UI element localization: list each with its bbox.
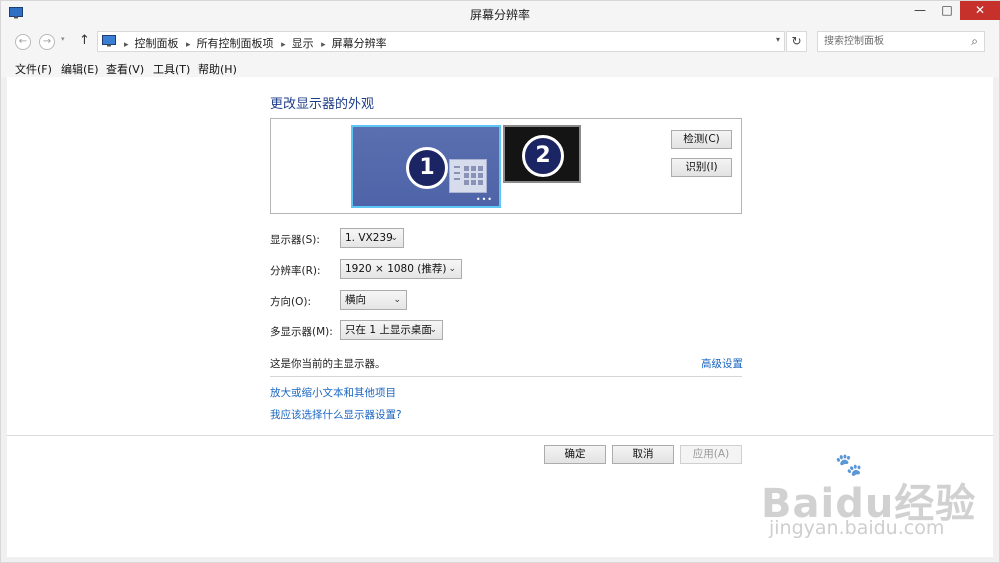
display-settings-icon [449, 159, 487, 193]
advanced-settings-link[interactable]: 高级设置 [701, 356, 743, 371]
breadcrumb-separator-icon[interactable]: ▸ [281, 40, 286, 50]
menu-edit[interactable]: 编辑(E) [61, 61, 99, 77]
address-dropdown-icon[interactable]: ▾ [776, 35, 780, 44]
which-settings-link[interactable]: 我应该选择什么显示器设置? [270, 407, 402, 422]
multiple-displays-label: 多显示器(M): [270, 326, 333, 338]
resolution-select[interactable]: 1920 × 1080 (推荐) ⌄ [340, 259, 462, 279]
breadcrumb-all-items[interactable]: 所有控制面板项 [197, 37, 274, 50]
navigation-bar: ← → ▾ ↑ ▸ 控制面板 ▸ 所有控制面板项 ▸ 显示 ▸ 屏幕分辨率 ▾ ↻ ⌕ [1, 27, 999, 57]
screen-resolution-window: 屏幕分辨率 — □ ✕ ← → ▾ ↑ ▸ 控制面板 ▸ 所有控制面板项 ▸ 显示 ▸… [0, 0, 1000, 563]
window-title: 屏幕分辨率 [469, 8, 530, 22]
apply-button[interactable]: 应用(A) [680, 445, 742, 464]
multiple-displays-select-value: 只在 1 上显示桌面 [345, 324, 432, 336]
identify-button[interactable]: 识别(I) [671, 158, 732, 177]
close-button[interactable]: ✕ [960, 1, 1000, 20]
chevron-down-icon: ⌄ [390, 233, 398, 243]
monitor-1-tile[interactable]: 1 ••• [351, 125, 501, 208]
address-bar[interactable]: ▸ 控制面板 ▸ 所有控制面板项 ▸ 显示 ▸ 屏幕分辨率 ▾ [97, 31, 785, 52]
ok-button[interactable]: 确定 [544, 445, 606, 464]
monitor-number-badge: 1 [406, 147, 448, 189]
minimize-button[interactable]: — [906, 1, 934, 21]
breadcrumb-display[interactable]: 显示 [292, 37, 314, 50]
multiple-displays-select[interactable]: 只在 1 上显示桌面 ⌄ [340, 320, 443, 340]
orientation-select[interactable]: 横向 ⌄ [340, 290, 407, 310]
display-label: 显示器(S): [270, 234, 320, 246]
orientation-select-value: 横向 [345, 294, 366, 306]
primary-display-status: 这是你当前的主显示器。 [270, 358, 386, 370]
breadcrumb-screen-resolution[interactable]: 屏幕分辨率 [332, 37, 387, 50]
monitor-number-badge: 2 [522, 135, 564, 177]
display-select[interactable]: 1. VX239 ⌄ [340, 228, 404, 248]
breadcrumb-control-panel[interactable]: 控制面板 [135, 37, 179, 50]
resolution-label: 分辨率(R): [270, 265, 321, 277]
refresh-button[interactable]: ↻ [786, 31, 807, 52]
menu-tools[interactable]: 工具(T) [153, 61, 190, 77]
text-size-link[interactable]: 放大或缩小文本和其他项目 [270, 385, 396, 400]
cancel-button[interactable]: 取消 [612, 445, 674, 464]
chevron-down-icon: ⌄ [429, 325, 437, 335]
menu-view[interactable]: 查看(V) [106, 61, 144, 77]
watermark-url: jingyan.baidu.com [769, 517, 945, 539]
maximize-button[interactable]: □ [934, 1, 960, 21]
search-icon[interactable]: ⌕ [971, 34, 978, 49]
monitor-2-tile[interactable]: 2 [503, 125, 581, 183]
chevron-down-icon: ⌄ [393, 295, 401, 305]
back-button[interactable]: ← [15, 34, 31, 50]
chevron-down-icon: ⌄ [448, 264, 456, 274]
recent-locations-dropdown[interactable]: ▾ [61, 35, 65, 43]
monitor-preview: 1 ••• 2 检测(C) 识别(I) [270, 118, 742, 214]
page-title: 更改显示器的外观 [270, 97, 375, 112]
menu-file[interactable]: 文件(F) [15, 61, 52, 77]
taskbar-dots-icon: ••• [475, 195, 493, 204]
up-button[interactable]: ↑ [79, 33, 90, 48]
forward-button[interactable]: → [39, 34, 55, 50]
search-input[interactable] [818, 32, 964, 51]
breadcrumb: ▸ 控制面板 ▸ 所有控制面板项 ▸ 显示 ▸ 屏幕分辨率 [120, 35, 387, 51]
footer-divider [7, 435, 993, 436]
detect-button[interactable]: 检测(C) [671, 130, 732, 149]
orientation-label: 方向(O): [270, 296, 311, 308]
breadcrumb-separator-icon[interactable]: ▸ [321, 40, 326, 50]
control-panel-icon [102, 35, 116, 47]
resolution-select-value: 1920 × 1080 (推荐) [345, 263, 447, 275]
breadcrumb-separator-icon[interactable]: ▸ [124, 40, 129, 50]
breadcrumb-separator-icon[interactable]: ▸ [186, 40, 191, 50]
menu-bar: 文件(F) 编辑(E) 查看(V) 工具(T) 帮助(H) [1, 57, 999, 77]
title-bar: 屏幕分辨率 — □ ✕ [1, 1, 1000, 27]
menu-help[interactable]: 帮助(H) [198, 61, 237, 77]
search-box: ⌕ [817, 31, 985, 52]
display-select-value: 1. VX239 [345, 232, 393, 244]
divider [270, 376, 742, 377]
